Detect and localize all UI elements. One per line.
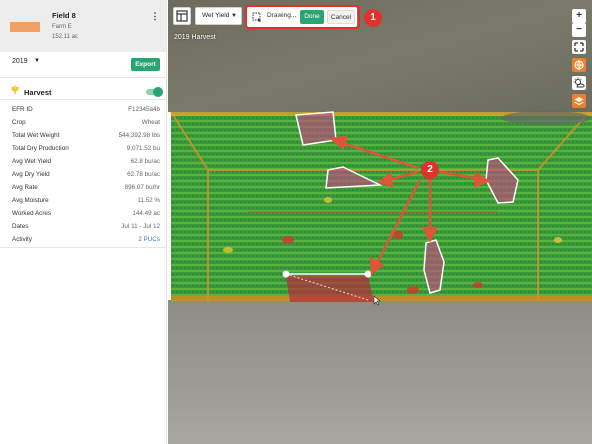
row-value: F12345a4b [128, 106, 160, 113]
row-value: Jul 11 - Jul 12 [121, 223, 160, 230]
weather-icon[interactable] [572, 76, 586, 90]
field-name: Field 8 [52, 11, 76, 20]
satellite-area [168, 300, 592, 444]
row-label: Avg Wet Yield [12, 158, 51, 165]
row-label: EFR ID [12, 106, 33, 113]
year-select-value: 2019 [12, 58, 28, 65]
sidebar: Field 8 Farm E 152.11 ac ⋮ 2019 ▼ Export… [0, 0, 167, 444]
row-label: Worked Acres [12, 210, 52, 217]
farm-name: Farm E [52, 24, 72, 30]
yield-map-field [171, 112, 592, 302]
sun-cloud-glyph [573, 77, 585, 88]
row-value: 144.49 ac [132, 210, 160, 217]
harvest-toggle[interactable] [146, 87, 163, 97]
row-label: Dates [12, 223, 29, 230]
export-button[interactable]: Export [131, 58, 160, 71]
layout-toggle-button[interactable] [173, 7, 191, 25]
activity-link[interactable]: 2 PUCs [138, 236, 160, 243]
field-thumbnail [10, 22, 40, 32]
row-value: 896.07 bu/hr [124, 184, 160, 191]
fullscreen-icon[interactable] [572, 40, 586, 54]
harvest-row: Dates Jul 11 - Jul 12 [12, 223, 160, 235]
split-panel-icon [176, 10, 188, 22]
year-select[interactable]: 2019 ▼ [12, 58, 44, 70]
row-label: Avg Moisture [12, 197, 49, 204]
row-value: 9,071.52 bu [126, 145, 160, 152]
caret-down-icon: ▼ [34, 58, 40, 64]
drawn-polygon[interactable] [295, 111, 337, 146]
row-value: 11.52 % [137, 197, 160, 204]
annotation-badge-2: 2 [421, 161, 439, 179]
drawing-region [286, 276, 374, 302]
caret-down-icon: ▼ [231, 13, 237, 19]
row-label: Total Wet Weight [12, 132, 60, 139]
wheat-icon [11, 85, 19, 94]
field-header[interactable]: Field 8 Farm E 152.11 ac ⋮ [0, 0, 167, 52]
divider [0, 99, 167, 100]
harvest-row: Worked Acres 144.49 ac [12, 210, 160, 222]
divider [0, 247, 167, 248]
annotation-highlight-box [245, 5, 360, 29]
more-vertical-icon[interactable]: ⋮ [150, 9, 160, 23]
row-value: 62.8 bu/ac [130, 158, 160, 165]
toggle-knob [153, 87, 163, 97]
map-layer-label: 2019 Harvest [174, 34, 216, 41]
harvest-row: Avg Dry Yield 62.78 bu/ac [12, 171, 160, 183]
row-label: Avg Rate [12, 184, 38, 191]
map-canvas[interactable]: 2019 Harvest [168, 0, 592, 444]
globe-glyph [574, 60, 584, 70]
harvest-row: Total Wet Weight 544,392.98 lbs [12, 132, 160, 144]
harvest-title: Harvest [24, 88, 52, 97]
vertex-handle[interactable] [282, 270, 290, 278]
map-imagery [168, 0, 592, 444]
harvest-row: EFR ID F12345a4b [12, 106, 160, 118]
zoom-out-icon[interactable]: − [572, 23, 586, 37]
divider [0, 77, 167, 78]
row-label: Avg Dry Yield [12, 171, 50, 178]
row-label: Crop [12, 119, 26, 126]
layer-select[interactable]: Wet Yield ▼ [195, 7, 242, 25]
row-value: 544,392.98 lbs [118, 132, 160, 139]
expand-icon [574, 42, 584, 52]
field-acres: 152.11 ac [52, 34, 78, 40]
row-label: Activity [12, 236, 32, 243]
row-value: Wheat [141, 119, 160, 126]
harvest-row: Total Dry Production 9,071.52 bu [12, 145, 160, 157]
row-value: 62.78 bu/ac [127, 171, 160, 178]
annotation-badge-1: 1 [364, 9, 382, 27]
harvest-row: Avg Rate 896.07 bu/hr [12, 184, 160, 196]
harvest-row: Crop Wheat [12, 119, 160, 131]
vertex-handle[interactable] [364, 270, 372, 278]
row-label: Total Dry Production [12, 145, 69, 152]
layers-icon[interactable] [572, 94, 586, 108]
layers-glyph [574, 97, 584, 106]
layer-select-value: Wet Yield [202, 12, 230, 19]
harvest-row: Avg Wet Yield 62.8 bu/ac [12, 158, 160, 170]
harvest-row: Avg Moisture 11.52 % [12, 197, 160, 209]
zoom-in-icon[interactable]: + [572, 9, 586, 23]
globe-icon[interactable] [572, 58, 586, 72]
